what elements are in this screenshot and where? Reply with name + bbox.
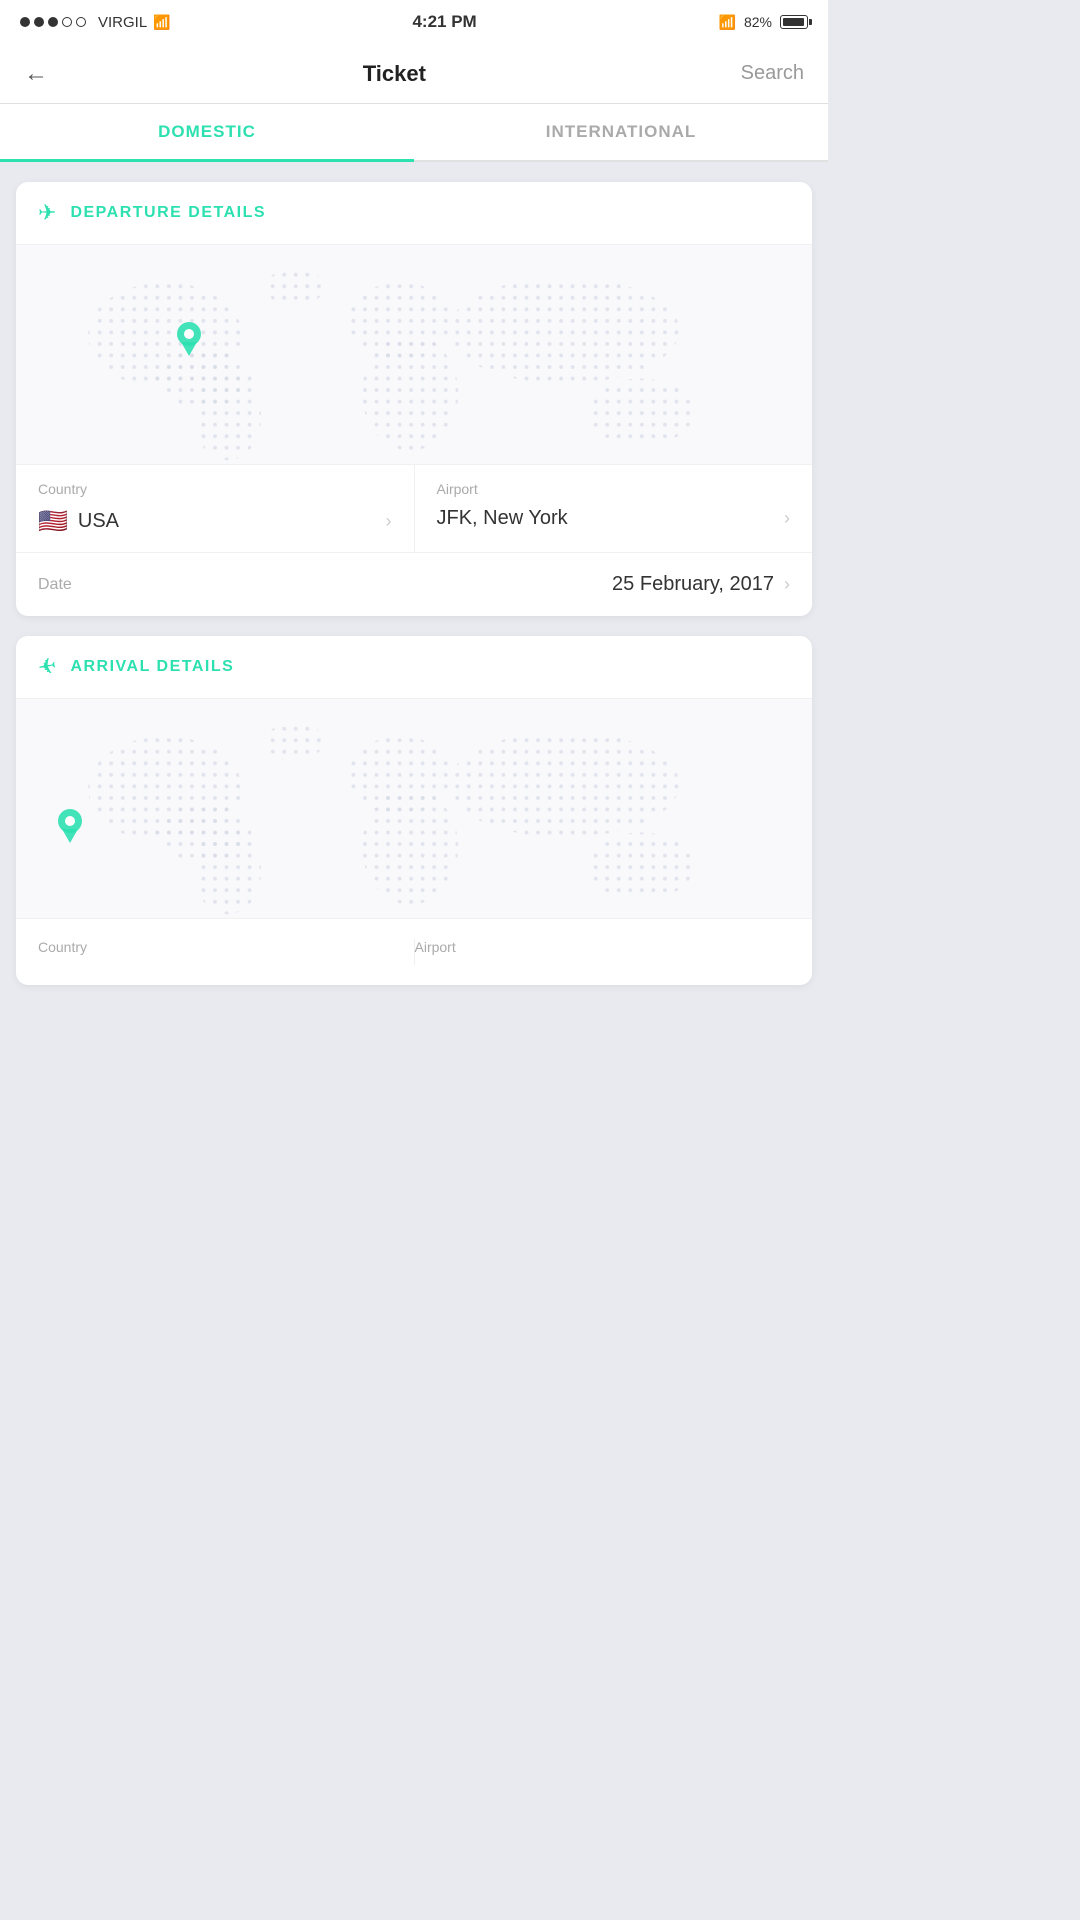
departure-airport-label: Airport [437,481,791,497]
departure-map [16,245,812,465]
page-title: Ticket [363,61,426,87]
tab-indicator [0,159,414,162]
bluetooth-icon: 📶 [719,14,736,31]
battery-rect [780,15,808,29]
signal-dot-3 [48,17,58,27]
status-time: 4:21 PM [412,12,476,32]
departure-country-airport-row: Country 🇺🇸 USA › Airport JFK, New York › [16,465,812,553]
arrival-header: ✈ ARRIVAL DETAILS [16,636,812,699]
departure-date-row[interactable]: Date 25 February, 2017 › [16,553,812,616]
signal-dots [20,17,86,27]
departure-country-inner: 🇺🇸 USA [38,507,119,536]
arrival-country-airport-row: Country Airport [16,919,812,985]
departure-map-pin [175,322,203,350]
tabs: DOMESTIC INTERNATIONAL [0,104,828,162]
status-left: VIRGIL 📶 [20,14,171,31]
arrival-airport-cell: Airport [415,939,791,965]
departure-plane-icon: ✈ [38,200,56,226]
departure-header: ✈ DEPARTURE DETAILS [16,182,812,245]
battery-percentage: 82% [744,14,772,30]
arrival-map [16,699,812,919]
departure-country-label: Country [38,481,392,497]
departure-title: DEPARTURE DETAILS [70,204,266,222]
wifi-icon: 📶 [153,14,170,31]
battery-fill [783,18,804,26]
departure-country-name: USA [78,510,119,533]
departure-date-value: 25 February, 2017 › [612,573,790,596]
departure-airport-chevron: › [784,508,790,529]
carrier-name: VIRGIL [98,14,147,31]
tab-international[interactable]: INTERNATIONAL [414,104,828,160]
status-bar: VIRGIL 📶 4:21 PM 📶 82% [0,0,828,44]
arrival-country-label: Country [38,939,414,955]
main-content: ✈ DEPARTURE DETAILS [0,162,828,1005]
signal-dot-1 [20,17,30,27]
back-button[interactable]: ← [24,60,48,88]
signal-dot-5 [76,17,86,27]
arrival-title: ARRIVAL DETAILS [70,658,234,676]
departure-country-chevron: › [386,511,392,532]
departure-card: ✈ DEPARTURE DETAILS [16,182,812,616]
departure-date-label: Date [38,576,72,594]
departure-country-cell[interactable]: Country 🇺🇸 USA › [16,465,415,552]
status-right: 📶 82% [719,14,808,31]
signal-dot-2 [34,17,44,27]
departure-airport-cell[interactable]: Airport JFK, New York › [415,465,813,552]
departure-airport-name: JFK, New York [437,507,568,530]
nav-bar: ← Ticket Search [0,44,828,104]
signal-dot-4 [62,17,72,27]
arrival-map-pin [56,809,84,843]
departure-date-chevron: › [784,574,790,595]
arrival-plane-icon: ✈ [36,653,59,682]
arrival-card: ✈ ARRIVAL DETAILS [16,636,812,985]
departure-date-text: 25 February, 2017 [612,573,774,596]
arrival-country-cell: Country [38,939,415,965]
usa-flag-icon: 🇺🇸 [38,507,68,536]
tab-domestic[interactable]: DOMESTIC [0,104,414,160]
battery-icon [780,15,808,29]
arrival-airport-label: Airport [415,939,791,955]
departure-airport-value: JFK, New York › [437,507,791,530]
search-button[interactable]: Search [741,62,804,85]
departure-country-value: 🇺🇸 USA › [38,507,392,536]
